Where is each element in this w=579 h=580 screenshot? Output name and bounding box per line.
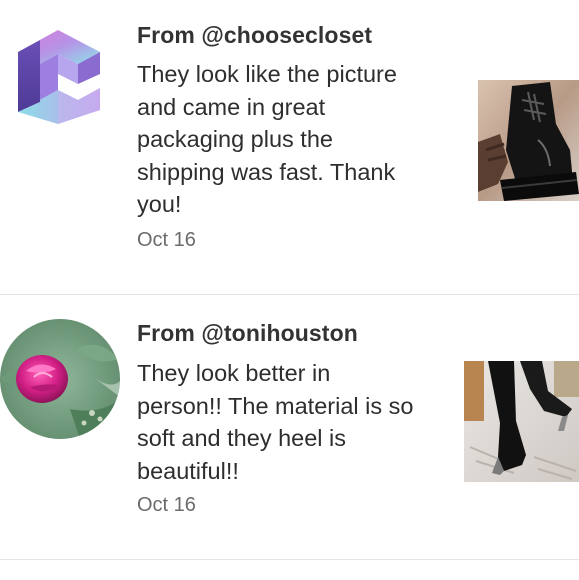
review-date: Oct 16 bbox=[137, 494, 196, 516]
avatar[interactable] bbox=[4, 16, 114, 126]
divider bbox=[0, 559, 579, 560]
review-text: They look better in person!! The materia… bbox=[137, 360, 414, 484]
review-date: Oct 16 bbox=[137, 229, 196, 251]
choosecloset-logo-icon bbox=[18, 30, 100, 124]
flower-photo-icon bbox=[0, 319, 120, 439]
review-item: From @choosecloset They look like the pi… bbox=[0, 0, 579, 294]
heeled-boots-photo-icon bbox=[464, 361, 579, 482]
avatar[interactable] bbox=[0, 319, 120, 439]
review-item: From @tonihouston They look better in pe… bbox=[0, 295, 579, 559]
product-thumbnail[interactable] bbox=[464, 361, 579, 482]
review-feed: From @choosecloset They look like the pi… bbox=[0, 0, 579, 580]
boots-photo-icon bbox=[478, 80, 579, 201]
review-author[interactable]: From @tonihouston bbox=[137, 320, 358, 347]
review-author[interactable]: From @choosecloset bbox=[137, 22, 372, 49]
review-text: They look like the picture and came in g… bbox=[137, 61, 397, 217]
product-thumbnail[interactable] bbox=[478, 80, 579, 201]
